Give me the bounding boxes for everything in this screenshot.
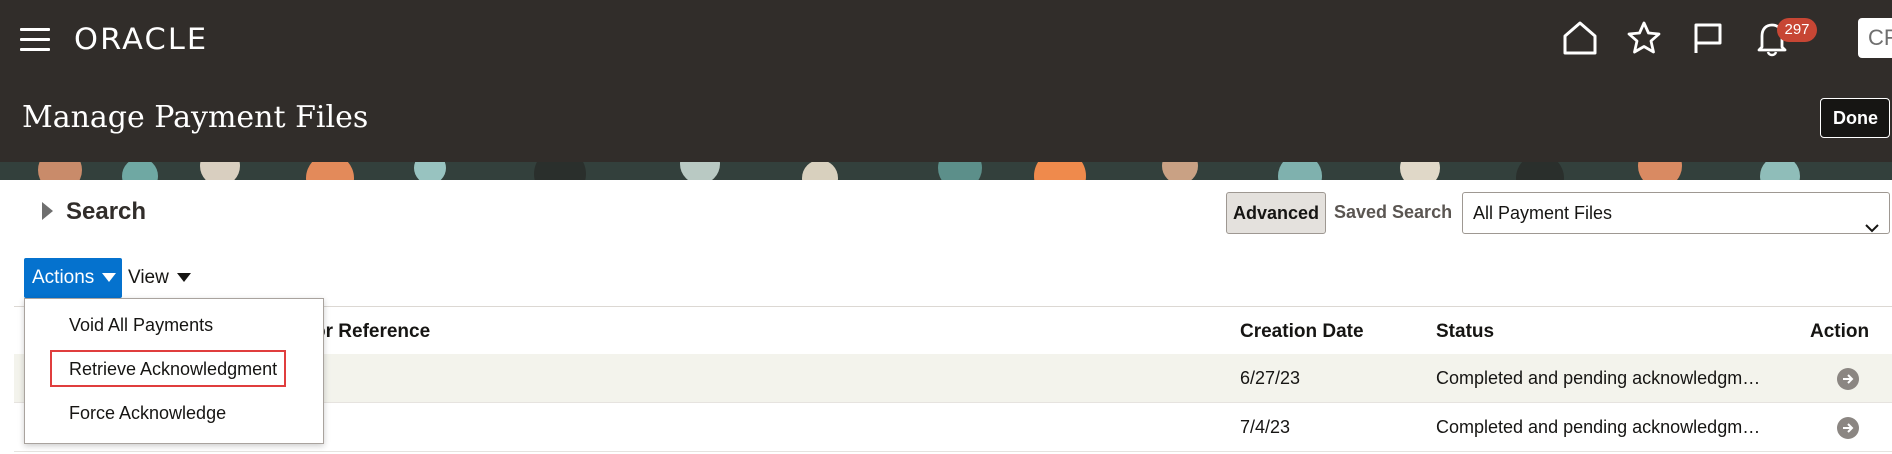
flag-icon[interactable] <box>1686 16 1730 60</box>
user-avatar[interactable]: CF <box>1858 18 1892 58</box>
page-title: Manage Payment Files <box>22 100 369 135</box>
decorative-banner <box>0 162 1892 180</box>
done-button[interactable]: Done <box>1820 98 1890 138</box>
go-arrow-icon[interactable] <box>1837 368 1859 390</box>
caret-down-icon <box>102 273 117 283</box>
status-cell: Completed and pending acknowledgm… <box>1436 368 1761 388</box>
oracle-logo[interactable]: ORACLE <box>74 22 208 56</box>
saved-search-label: Saved Search <box>1334 202 1453 222</box>
view-label: View <box>128 267 169 288</box>
home-icon[interactable] <box>1558 16 1602 60</box>
actions-label: Actions <box>32 267 95 288</box>
go-arrow-icon[interactable] <box>1837 417 1859 439</box>
column-header-reference[interactable]: or Reference <box>314 321 430 343</box>
menu-icon[interactable] <box>20 28 50 52</box>
status-cell: Completed and pending acknowledgm… <box>1436 417 1761 437</box>
actions-dropdown-menu: Void All Payments Retrieve Acknowledgmen… <box>24 298 324 444</box>
advanced-search-button[interactable]: Advanced <box>1226 192 1326 234</box>
highlight-annotation-box <box>50 350 286 387</box>
caret-down-icon <box>176 273 191 283</box>
saved-search-select[interactable]: All Payment Files <box>1462 192 1890 234</box>
global-header: ORACLE 297 CF Manage Payment Files Done <box>0 0 1892 162</box>
expand-search-icon[interactable] <box>42 202 53 220</box>
actions-menu-button[interactable]: Actions <box>24 258 122 298</box>
menu-item-void-all-payments[interactable]: Void All Payments <box>25 305 323 345</box>
search-section-title[interactable]: Search <box>66 198 146 226</box>
column-header-creation-date[interactable]: Creation Date <box>1240 321 1364 343</box>
saved-search-value: All Payment Files <box>1473 203 1613 223</box>
favorites-star-icon[interactable] <box>1622 16 1666 60</box>
notifications-count-badge: 297 <box>1777 18 1817 42</box>
menu-item-force-acknowledge[interactable]: Force Acknowledge <box>25 393 323 433</box>
creation-date-cell: 7/4/23 <box>1240 417 1291 437</box>
chevron-down-icon <box>1865 207 1879 247</box>
column-header-status[interactable]: Status <box>1436 321 1494 343</box>
creation-date-cell: 6/27/23 <box>1240 368 1301 388</box>
view-menu-button[interactable]: View <box>128 258 191 298</box>
column-header-action: Action <box>1810 321 1870 342</box>
